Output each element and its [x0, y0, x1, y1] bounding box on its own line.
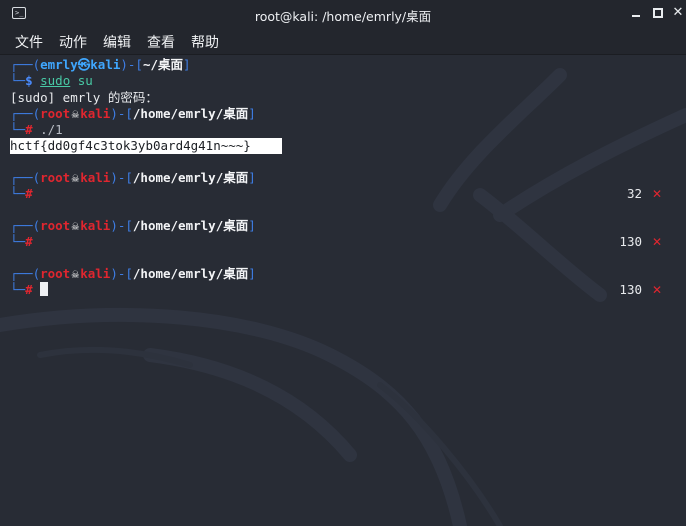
prompt-line-1: ┌──(emrly㉿kali)-[~/桌面]	[10, 57, 191, 72]
error-x-icon: ✕	[652, 187, 663, 201]
prompt-host: kali	[80, 218, 111, 233]
prompt-path: /home/emrly/桌面	[132, 218, 249, 233]
menu-edit[interactable]: 编辑	[103, 32, 131, 52]
menu-file[interactable]: 文件	[15, 32, 43, 52]
prompt-user: root	[40, 218, 71, 233]
prompt-user: root	[40, 170, 71, 185]
menu-action[interactable]: 动作	[59, 32, 87, 52]
prompt-user: root	[40, 266, 71, 281]
close-icon[interactable]: ✕	[672, 6, 684, 19]
at-symbol: ㉿	[77, 57, 91, 72]
prompt-host: kali	[80, 266, 111, 281]
command-line-2: └─# ./1	[10, 122, 63, 137]
prompt-line-2: ┌──(root☠kali)-[/home/emrly/桌面]	[10, 106, 256, 121]
skull-icon: ☠	[71, 218, 79, 233]
exit-code: 130	[619, 282, 642, 297]
command-arg: su	[77, 73, 93, 88]
menu-view[interactable]: 查看	[147, 32, 175, 52]
prompt-line-4: ┌──(root☠kali)-[/home/emrly/桌面]	[10, 218, 256, 233]
prompt-path: /home/emrly/桌面	[132, 170, 249, 185]
error-x-icon: ✕	[652, 235, 663, 249]
command-line-5[interactable]: └─#	[10, 282, 49, 298]
prompt-path: /home/emrly/桌面	[132, 266, 249, 281]
command-line-1: └─$ sudo su	[10, 73, 93, 88]
command-text: ./1	[40, 122, 63, 137]
prompt-host: kali	[80, 106, 111, 121]
command-line-3: └─#	[10, 186, 33, 201]
skull-icon: ☠	[71, 266, 79, 281]
prompt-line-5: ┌──(root☠kali)-[/home/emrly/桌面]	[10, 266, 256, 281]
terminal-window: >_ root@kali: /home/emrly/桌面 ✕ 文件 动作 编辑 …	[0, 0, 686, 526]
prompt-host: kali	[80, 170, 111, 185]
command-sudo: sudo	[40, 73, 71, 88]
skull-icon: ☠	[71, 106, 79, 121]
prompt-symbol: #	[25, 234, 33, 249]
error-x-icon: ✕	[652, 283, 663, 297]
minimize-icon[interactable]	[630, 7, 642, 19]
title-bar[interactable]: >_ root@kali: /home/emrly/桌面 ✕	[0, 0, 686, 28]
prompt-symbol: $	[25, 73, 33, 88]
prompt-symbol: #	[25, 186, 33, 201]
skull-icon: ☠	[71, 170, 79, 185]
flag-output[interactable]: hctf{dd0gf4c3tok3yb0ard4g41n~~~}	[10, 138, 282, 154]
text-cursor[interactable]	[40, 282, 49, 296]
exit-code: 32	[626, 186, 642, 201]
prompt-symbol: #	[25, 122, 33, 137]
menu-help[interactable]: 帮助	[191, 32, 219, 52]
terminal-output[interactable]: ┌──(emrly㉿kali)-[~/桌面] └─$ sudo su [sudo…	[0, 55, 686, 526]
prompt-user: root	[40, 106, 71, 121]
prompt-path: /home/emrly/桌面	[132, 106, 249, 121]
kali-dragon-watermark	[0, 68, 686, 526]
sudo-password-prompt: [sudo] emrly 的密码：	[10, 90, 158, 105]
prompt-path: ~/桌面	[142, 57, 184, 72]
maximize-icon[interactable]	[652, 7, 664, 19]
prompt-host: kali	[90, 57, 121, 72]
exit-code: 130	[619, 234, 642, 249]
window-title: root@kali: /home/emrly/桌面	[254, 9, 432, 24]
prompt-user: emrly	[40, 57, 78, 72]
menu-bar: 文件 动作 编辑 查看 帮助	[0, 28, 686, 55]
prompt-line-3: ┌──(root☠kali)-[/home/emrly/桌面]	[10, 170, 256, 185]
prompt-symbol: #	[25, 282, 33, 297]
command-line-4: └─#	[10, 234, 33, 249]
